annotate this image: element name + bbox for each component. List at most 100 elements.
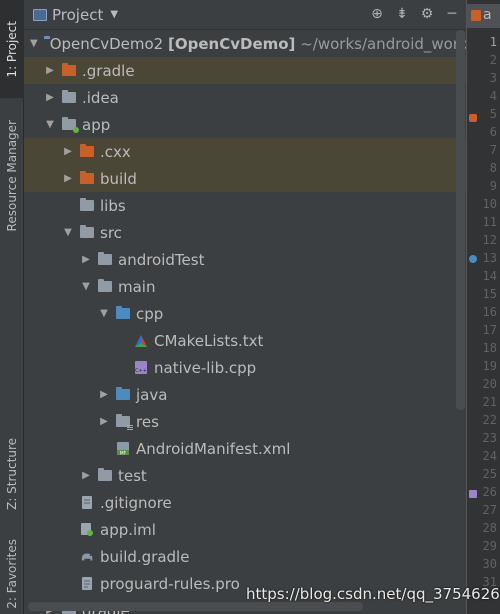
project-panel: Project ▼ ⊕ ⇟ ⚙ ─ ▼ OpenCvDemo2 [OpenCvD…	[24, 0, 466, 614]
chevron-down-icon[interactable]: ▼	[30, 38, 38, 49]
tree-row-manifest[interactable]: MF AndroidManifest.xml	[24, 435, 466, 462]
tree-item-label: build	[100, 169, 137, 188]
editor-tab[interactable]: a	[467, 4, 500, 28]
watermark: https://blog.csdn.net/qq_37546267	[246, 585, 500, 603]
tree-row-androidtest[interactable]: ▶ androidTest	[24, 246, 466, 273]
manifest-file-icon: MF	[116, 441, 130, 456]
horizontal-scrollbar[interactable]	[28, 602, 363, 611]
tree-item-label: .gitignore	[100, 493, 172, 512]
tree-row-idea[interactable]: ▶ .idea	[24, 84, 466, 111]
tree-row-test[interactable]: ▶ test	[24, 462, 466, 489]
chevron-right-icon[interactable]: ▶	[44, 65, 56, 76]
chevron-right-icon[interactable]: ▶	[62, 173, 74, 184]
line-number: 11	[482, 215, 497, 229]
tree-item-label: res	[136, 412, 159, 431]
tree-row-build-gradle[interactable]: build.gradle	[24, 543, 466, 570]
tree-item-label: proguard-rules.pro	[100, 574, 240, 593]
tree-row-main[interactable]: ▼ main	[24, 273, 466, 300]
chevron-down-icon[interactable]: ▼	[44, 119, 56, 130]
chevron-right-icon[interactable]: ▶	[80, 254, 92, 265]
hide-icon[interactable]: ─	[444, 5, 460, 23]
tree-row-app[interactable]: ▼ app	[24, 111, 466, 138]
gear-icon[interactable]: ⚙	[419, 5, 435, 23]
tab-structure[interactable]: Z: Structure	[0, 425, 24, 523]
project-tree: ▼ OpenCvDemo2 [OpenCvDemo] ~/works/andro…	[24, 30, 466, 614]
editor-tab-label: a	[483, 7, 492, 23]
tab-resource-manager[interactable]: Resource Manager	[0, 108, 24, 243]
collapse-icon[interactable]: ⇟	[394, 5, 410, 23]
line-number: 16	[482, 305, 497, 319]
chevron-right-icon[interactable]: ▶	[44, 92, 56, 103]
line-number: 30	[482, 557, 497, 571]
line-number: 27	[482, 503, 497, 517]
tree-item-label: .cxx	[100, 142, 131, 161]
tab-project[interactable]: 1: Project	[0, 0, 24, 98]
line-number: 29	[482, 539, 497, 553]
tree-item-label: AndroidManifest.xml	[136, 439, 291, 458]
tab-resource-manager-label: Resource Manager	[5, 119, 19, 232]
text-file-icon	[80, 576, 94, 591]
tree-item-label: CMakeLists.txt	[154, 331, 264, 350]
tree-item-label: cpp	[136, 304, 164, 323]
tree-row-app-iml[interactable]: app.iml	[24, 516, 466, 543]
chevron-down-icon[interactable]: ▼	[110, 9, 118, 20]
tree-row-root[interactable]: ▼ OpenCvDemo2 [OpenCvDemo] ~/works/andro…	[24, 30, 466, 57]
tree-item-label: java	[136, 385, 168, 404]
folder-icon	[98, 252, 112, 265]
chevron-right-icon[interactable]: ▶	[98, 416, 110, 427]
folder-icon	[62, 90, 76, 103]
gutter-marker-icon[interactable]	[469, 114, 477, 122]
tree-root-label: OpenCvDemo2 [OpenCvDemo] ~/works/android…	[49, 34, 466, 53]
chevron-down-icon[interactable]: ▼	[98, 308, 110, 319]
folder-icon	[98, 468, 112, 481]
line-number: 1	[489, 35, 497, 49]
tab-favorites[interactable]: 2: Favorites	[0, 535, 24, 613]
gitignore-file-icon	[80, 495, 94, 510]
line-number: 25	[482, 467, 497, 481]
gutter-marker-icon[interactable]	[469, 490, 477, 498]
tree-row-cpp[interactable]: ▼ cpp	[24, 300, 466, 327]
line-number: 15	[482, 287, 497, 301]
line-number: 18	[482, 341, 497, 355]
tab-structure-label: Z: Structure	[5, 438, 19, 510]
chevron-right-icon[interactable]: ▶	[98, 389, 110, 400]
tree-row-libs[interactable]: ▶ libs	[24, 192, 466, 219]
tree-row-res[interactable]: ▶ res	[24, 408, 466, 435]
folder-blue-icon	[116, 387, 130, 400]
panel-title[interactable]: Project	[52, 6, 103, 24]
tree-item-label: app	[82, 115, 111, 134]
tree-row-gitignore[interactable]: .gitignore	[24, 489, 466, 516]
line-number: 2	[489, 53, 497, 67]
globe-icon[interactable]: ⊕	[369, 5, 385, 23]
tree-row-native-lib[interactable]: C++ native-lib.cpp	[24, 354, 466, 381]
line-number: 21	[482, 395, 497, 409]
vertical-scrollbar[interactable]	[456, 30, 465, 410]
folder-orange-icon	[80, 171, 94, 184]
tree-row-cmakelists[interactable]: CMakeLists.txt	[24, 327, 466, 354]
tree-item-label: androidTest	[118, 250, 205, 269]
line-number: 10	[482, 197, 497, 211]
tree-item-label: .gradle	[82, 61, 135, 80]
tree-item-label: main	[118, 277, 156, 296]
chevron-down-icon[interactable]: ▼	[62, 227, 74, 238]
tree-row-build[interactable]: ▶ build	[24, 165, 466, 192]
tree-row-cxx[interactable]: ▶ .cxx	[24, 138, 466, 165]
svg-text:C++: C++	[135, 368, 147, 374]
gutter-marker-icon[interactable]	[469, 255, 477, 263]
folder-icon	[80, 198, 94, 211]
chevron-right-icon[interactable]: ▶	[80, 470, 92, 481]
resource-folder-icon	[116, 414, 133, 430]
chevron-down-icon[interactable]: ▼	[80, 281, 92, 292]
tree-item-label: src	[100, 223, 122, 242]
tree-item-label: native-lib.cpp	[154, 358, 257, 377]
line-number: 9	[489, 179, 497, 193]
tree-row-gradle-dir[interactable]: ▶ .gradle	[24, 57, 466, 84]
iml-file-icon	[80, 522, 94, 537]
tab-favorites-label: 2: Favorites	[5, 539, 19, 609]
chevron-right-icon[interactable]: ▶	[62, 146, 74, 157]
line-number: 14	[482, 269, 497, 283]
tree-row-java[interactable]: ▶ java	[24, 381, 466, 408]
tree-row-src[interactable]: ▼ src	[24, 219, 466, 246]
folder-orange-icon	[62, 63, 76, 76]
module-folder-icon	[62, 117, 79, 133]
